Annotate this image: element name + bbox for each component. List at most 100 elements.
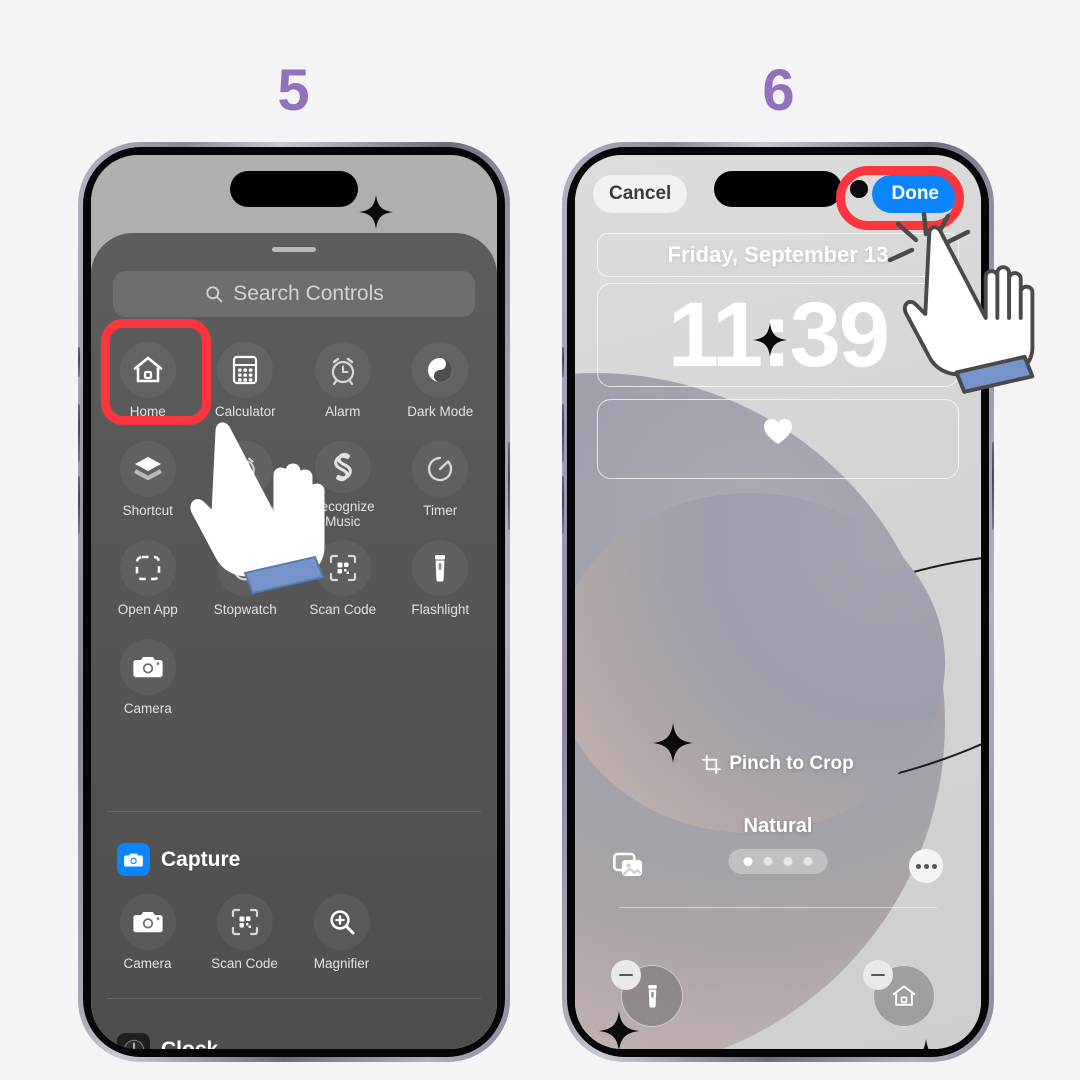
search-controls-field[interactable]: Search Controls — [113, 271, 475, 317]
quick-control-home[interactable] — [863, 960, 935, 1027]
lock-screen-date: Friday, September 13 — [667, 242, 889, 267]
minus-icon — [619, 973, 633, 977]
volume-up-button[interactable] — [562, 404, 564, 462]
more-ellipsis-icon — [923, 863, 929, 869]
volume-down-button[interactable] — [78, 476, 80, 534]
alarm-clock-icon — [331, 357, 354, 386]
remove-control-button[interactable] — [863, 960, 893, 990]
dark-mode-icon — [428, 358, 453, 382]
control-item-capture-camera[interactable]: Camera — [99, 885, 196, 982]
quick-control-flashlight[interactable] — [611, 960, 683, 1027]
volume-down-button[interactable] — [562, 476, 564, 534]
hand-cursor-tap-done — [902, 225, 1035, 394]
group-title: Capture — [161, 847, 241, 871]
control-center-screen: Search Controls Home Calculator Alarm Da… — [91, 155, 497, 1049]
control-icon-wrap — [412, 441, 469, 497]
section-divider — [107, 811, 481, 812]
group-title: Clock — [161, 1037, 219, 1050]
qr-scan-icon — [231, 908, 258, 936]
group-header-clock: Clock — [117, 1033, 218, 1049]
more-ellipsis-icon — [915, 863, 921, 869]
calculator-icon — [233, 355, 258, 385]
heart-icon — [764, 419, 792, 444]
control-label: Dark Mode — [407, 404, 474, 419]
control-label: Open App — [117, 602, 178, 617]
control-label: Timer — [423, 503, 458, 518]
pager-dot[interactable] — [743, 857, 753, 866]
pager-dot[interactable] — [803, 857, 813, 866]
control-icon-wrap — [217, 342, 274, 398]
control-item-magnifier[interactable]: Magnifier — [293, 885, 390, 982]
control-item-shortcut[interactable]: Shortcut — [99, 432, 197, 529]
sheet-grabber[interactable] — [272, 247, 316, 252]
control-label: Shortcut — [122, 503, 173, 518]
pinch-to-crop-hint: Pinch to Crop — [575, 753, 981, 775]
step-number-6: 6 — [762, 58, 794, 123]
control-item-timer[interactable]: Timer — [392, 432, 490, 529]
sparkle-decoration-icon — [359, 195, 393, 229]
control-item-alarm[interactable]: Alarm — [294, 333, 392, 430]
home-icon — [892, 985, 916, 1006]
control-icon-wrap — [119, 540, 176, 596]
control-icon-wrap — [119, 639, 176, 695]
capture-camera-app-icon — [117, 843, 150, 876]
dynamic-island — [230, 171, 358, 207]
pinch-to-crop-label: Pinch to Crop — [729, 753, 854, 774]
control-item-dark-mode[interactable]: Dark Mode — [392, 333, 490, 430]
more-options-button[interactable] — [909, 849, 943, 883]
control-icon-wrap — [216, 894, 273, 950]
photo-library-icon — [612, 852, 642, 876]
clock-app-glyph — [122, 1038, 145, 1049]
open-app-icon — [135, 555, 161, 581]
volume-up-button[interactable] — [78, 404, 80, 462]
style-pager[interactable] — [728, 849, 828, 874]
clock-app-icon — [117, 1033, 150, 1049]
silent-switch[interactable] — [78, 347, 80, 377]
magnifier-icon — [329, 910, 354, 935]
group-header-capture: Capture — [117, 843, 240, 876]
flashlight-icon — [647, 984, 657, 1008]
sparkle-decoration-icon — [753, 323, 787, 357]
control-item-open-app[interactable]: Open App — [99, 531, 197, 628]
silent-switch[interactable] — [562, 347, 564, 377]
pager-dot[interactable] — [763, 857, 773, 866]
camera-icon — [132, 912, 163, 933]
control-icon-wrap — [314, 342, 371, 398]
minus-icon — [871, 973, 885, 977]
flashlight-icon — [435, 555, 446, 582]
wallpaper-style-name: Natural — [743, 815, 813, 837]
cancel-button[interactable]: Cancel — [593, 175, 688, 213]
more-ellipsis-icon — [931, 863, 937, 869]
hand-cursor-tap-home — [190, 422, 325, 595]
control-icon-wrap — [412, 342, 469, 398]
control-label: Magnifier — [313, 956, 370, 971]
control-label: Scan Code — [211, 956, 278, 971]
group-items-capture: Camera Scan Code Magnifier — [99, 885, 487, 982]
widget-slot-row[interactable] — [597, 399, 959, 479]
control-icon-wrap — [119, 441, 176, 497]
search-icon — [206, 286, 223, 303]
sparkle-decoration-icon — [923, 1039, 929, 1049]
section-divider — [107, 998, 481, 999]
control-icon-wrap — [119, 894, 176, 950]
pager-dot[interactable] — [783, 857, 793, 866]
control-item-flashlight[interactable]: Flashlight — [392, 531, 490, 628]
timer-icon — [428, 456, 453, 482]
crop-icon — [702, 754, 722, 774]
photo-library-button[interactable] — [612, 849, 649, 884]
control-label: Camera — [123, 956, 172, 971]
control-item-calculator[interactable]: Calculator — [197, 333, 295, 430]
control-label: Camera — [123, 701, 172, 716]
highlight-ring-home-control — [101, 319, 211, 425]
remove-control-button[interactable] — [611, 960, 641, 990]
control-label: Flashlight — [411, 602, 470, 617]
capture-camera-glyph — [124, 853, 143, 867]
search-placeholder-text: Search Controls — [233, 282, 384, 305]
control-item-camera[interactable]: Camera — [99, 630, 197, 727]
step-number-5: 5 — [277, 58, 309, 123]
shortcut-layers-icon — [133, 457, 162, 481]
power-button[interactable] — [508, 442, 510, 530]
control-icon-wrap — [313, 894, 370, 950]
control-item-capture-scan-code[interactable]: Scan Code — [196, 885, 293, 982]
power-button[interactable] — [992, 442, 994, 530]
